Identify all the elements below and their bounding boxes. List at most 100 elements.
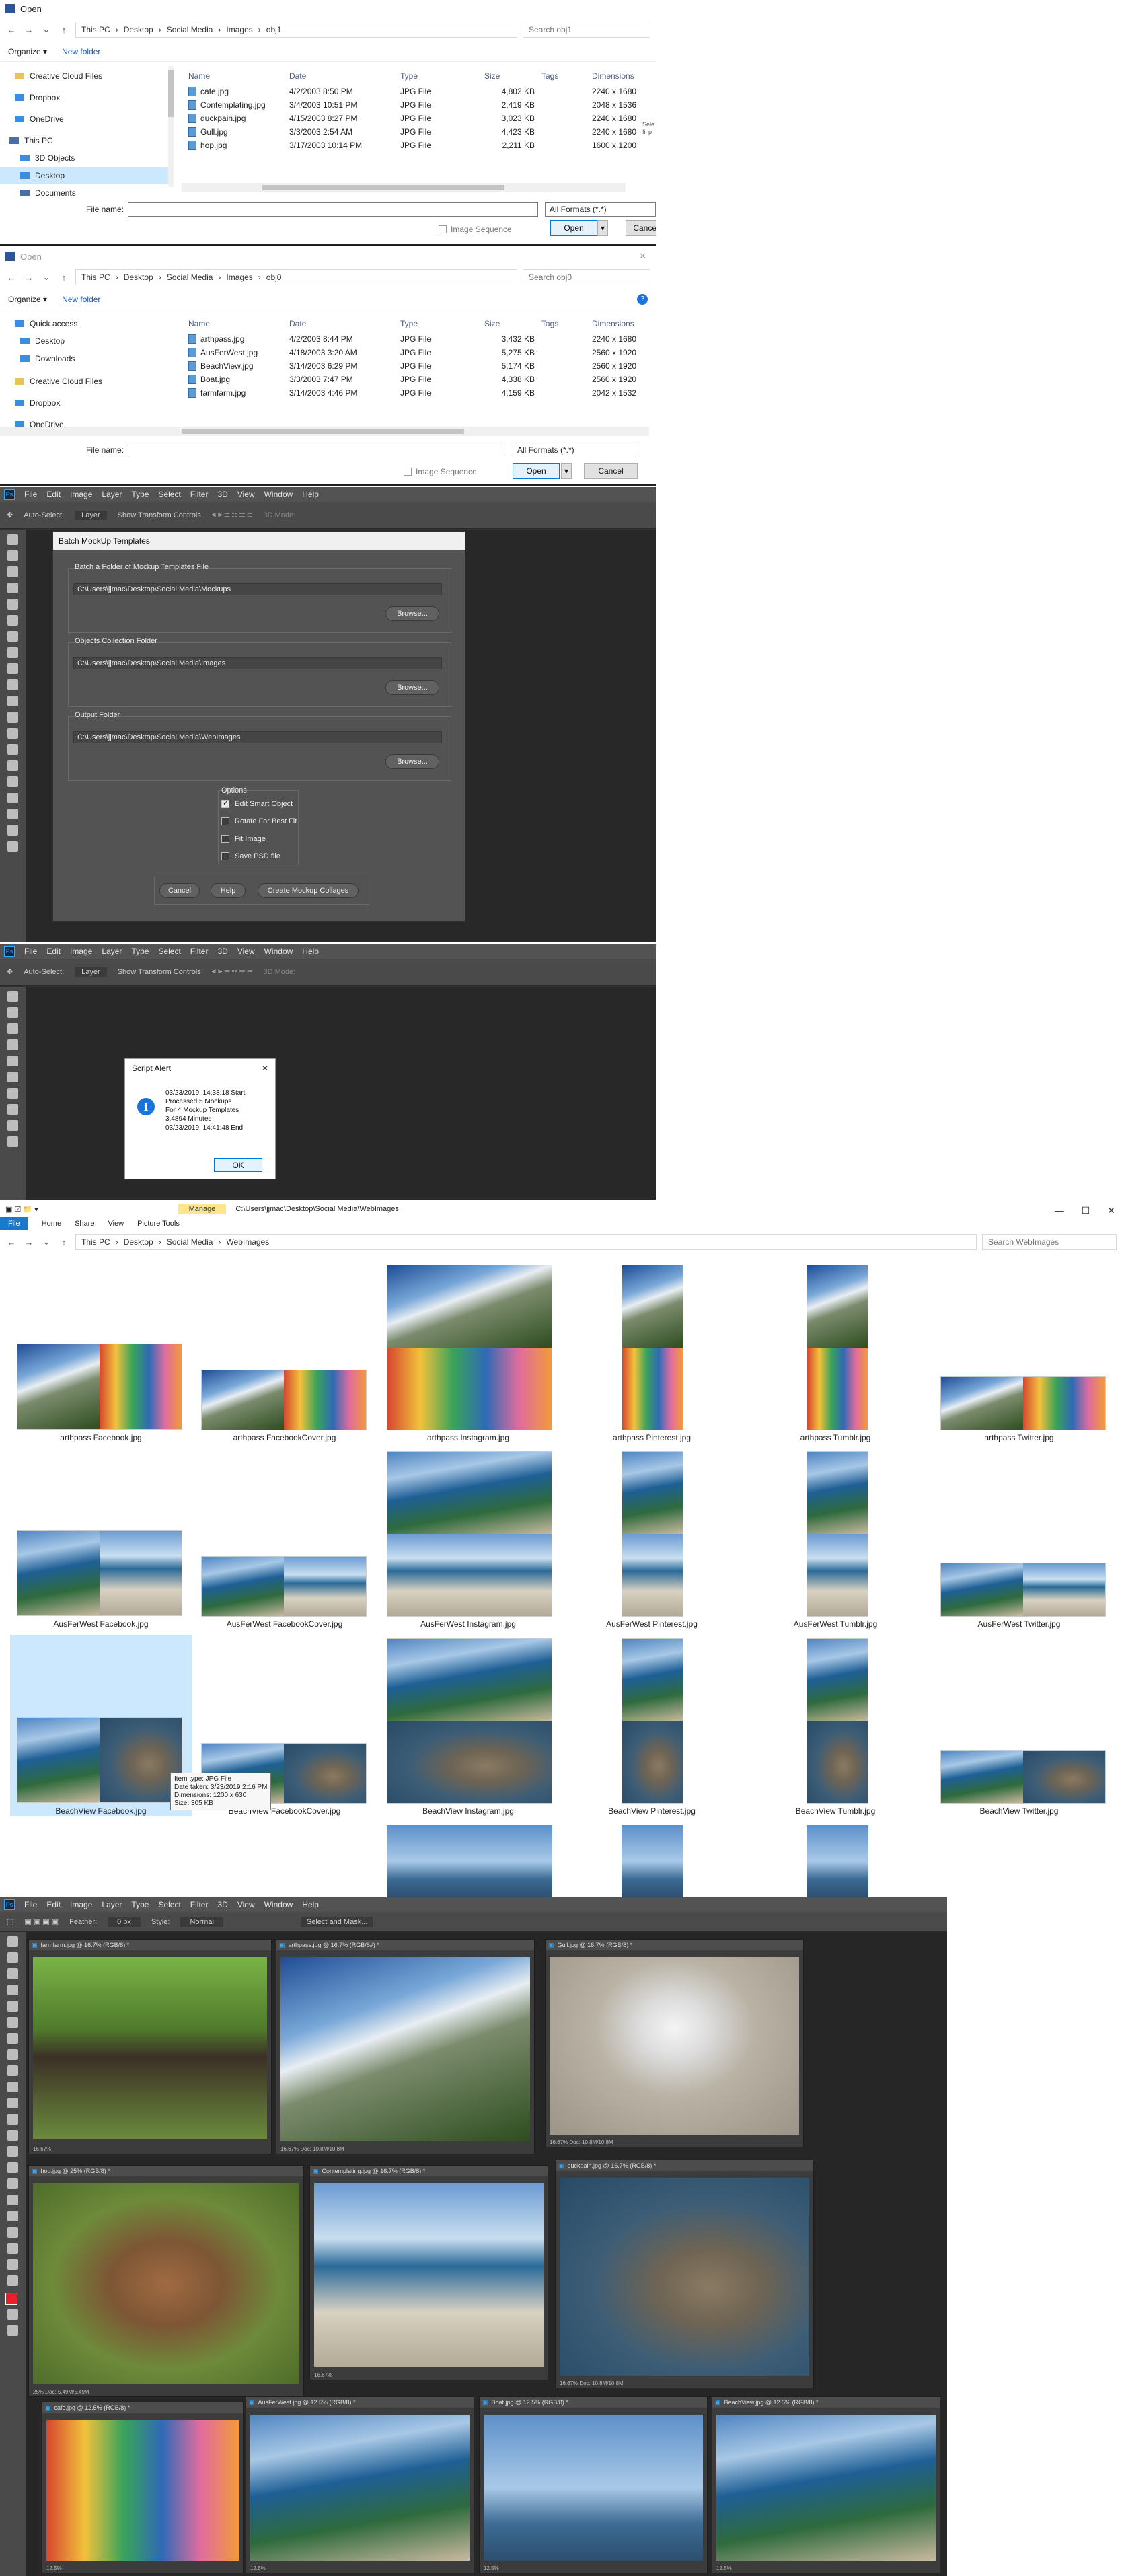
list-hscrollbar[interactable] [182, 183, 626, 192]
menu-layer[interactable]: Layer [102, 947, 122, 956]
cancel-button[interactable]: Cancel [626, 220, 656, 236]
column-dimensions[interactable]: Dimensions [592, 319, 652, 328]
image-tile[interactable]: BeachView Pinterest.jpg [564, 1638, 739, 1816]
eyedropper-tool-icon[interactable] [7, 2017, 18, 2028]
nav-item-desktop[interactable]: Desktop [0, 332, 168, 350]
breadcrumb-item[interactable]: obj1 [266, 25, 282, 34]
menu-file[interactable]: File [24, 947, 37, 956]
stamp-tool-icon[interactable] [7, 1120, 18, 1131]
back-arrow-icon[interactable]: ← [5, 25, 17, 35]
column-dimensions[interactable]: Dimensions [592, 71, 652, 81]
nav-scrollbar[interactable] [168, 66, 174, 187]
tab-view[interactable]: View [108, 1220, 124, 1228]
new-folder-button[interactable]: New folder [62, 295, 100, 304]
document-window[interactable]: ▣ hop.jpg @ 25% (RGB/8) * 25% Doc: 5.49M/… [28, 2165, 304, 2397]
marquee-tool-icon[interactable]: ⬚ [7, 1917, 13, 1926]
file-name-input[interactable] [128, 443, 504, 457]
document-canvas[interactable] [550, 1957, 799, 2135]
history-brush-icon[interactable] [7, 1136, 18, 1147]
image-tile[interactable]: AusFerWest Facebook.jpg [13, 1451, 188, 1629]
menu-image[interactable]: Image [70, 947, 92, 956]
feather-input[interactable]: 0 px [108, 1917, 141, 1927]
document-window[interactable]: ▣ duckpain.jpg @ 16.7% (RGB/8) * 16.67% D… [555, 2160, 814, 2388]
tab-share[interactable]: Share [75, 1220, 94, 1228]
search-input[interactable]: Search obj1 [523, 22, 650, 38]
file-name-input[interactable] [128, 202, 538, 217]
marquee-tool-icon[interactable] [7, 1952, 18, 1963]
breadcrumb-item[interactable]: Images [226, 25, 252, 34]
browse-mockups-button[interactable]: Browse... [385, 606, 439, 621]
selection-mode-icons[interactable]: ▣ ▣ ▣ ▣ [24, 1917, 59, 1926]
menu-view[interactable]: View [237, 1900, 255, 1909]
back-arrow-icon[interactable]: ← [5, 272, 17, 283]
breadcrumb-item[interactable]: Desktop [124, 25, 153, 34]
auto-select-checkbox[interactable]: Auto-Select: [24, 968, 64, 976]
gradient-tool-icon[interactable] [7, 712, 18, 723]
nav-item-onedrive[interactable]: OneDrive [0, 110, 168, 128]
image-tile[interactable]: BeachView Tumblr.jpg [748, 1638, 923, 1816]
move-tool-icon[interactable]: ✥ [7, 967, 13, 976]
lasso-tool-icon[interactable] [7, 1023, 18, 1034]
up-arrow-icon[interactable]: ↑ [58, 1237, 70, 1247]
chevron-down-icon[interactable]: ⌄ [40, 1237, 52, 1247]
pen-tool-icon[interactable] [7, 2162, 18, 2173]
menu-file[interactable]: File [24, 490, 37, 499]
align-icons[interactable]: ⫷ ⫸ ☰ ☷ ☰ ☷ [212, 511, 253, 519]
history-brush-icon[interactable] [7, 2082, 18, 2092]
stamp-tool-icon[interactable] [7, 663, 18, 674]
document-canvas[interactable] [250, 2415, 470, 2561]
document-window[interactable]: ▣ AusFerWest.jpg @ 12.5% (RGB/8) * 12.5% [246, 2396, 474, 2573]
nav-item-dropbox[interactable]: Dropbox [0, 89, 168, 106]
document-canvas[interactable] [33, 2183, 299, 2384]
brush-tool-icon[interactable] [7, 1104, 18, 1115]
up-arrow-icon[interactable]: ↑ [58, 25, 70, 35]
image-tile[interactable]: BeachView Twitter.jpg [932, 1638, 1107, 1816]
style-select[interactable]: Normal [180, 1917, 223, 1927]
list-hscrollbar[interactable] [0, 427, 649, 436]
layer-select[interactable]: Layer [75, 510, 107, 520]
document-canvas[interactable] [716, 2415, 936, 2561]
hand-tool-icon[interactable] [7, 2227, 18, 2238]
menu-filter[interactable]: Filter [190, 947, 209, 956]
file-row[interactable]: cafe.jpg 4/2/2003 8:50 PM JPG File 4,802 KB… [188, 85, 652, 98]
up-arrow-icon[interactable]: ↑ [58, 272, 70, 283]
menu-view[interactable]: View [237, 490, 255, 499]
output-path-input[interactable]: C:\Users\jjmac\Desktop\Social Media\WebI… [73, 731, 442, 743]
close-icon[interactable]: ✕ [1107, 1205, 1115, 1216]
marquee-tool-icon[interactable] [7, 550, 18, 561]
ok-button[interactable]: OK [214, 1158, 262, 1172]
image-tile[interactable]: arthpass Tumblr.jpg [748, 1265, 923, 1442]
open-dropdown-button[interactable]: ▾ [597, 220, 608, 236]
pen-tool-icon[interactable] [7, 760, 18, 771]
nav-item-creative-cloud[interactable]: Creative Cloud Files [0, 373, 168, 390]
type-tool-icon[interactable] [7, 2178, 18, 2189]
menu-window[interactable]: Window [264, 490, 293, 499]
search-input[interactable]: Search obj0 [523, 269, 650, 285]
menu-help[interactable]: Help [302, 1900, 319, 1909]
nav-item-this-pc[interactable]: This PC [0, 132, 168, 149]
maximize-icon[interactable]: ☐ [1082, 1205, 1090, 1216]
breadcrumb-item[interactable]: obj0 [266, 272, 282, 282]
align-icons[interactable]: ⫷ ⫸ ☰ ☷ ☰ ☷ [212, 967, 253, 976]
document-window[interactable]: ▣ Boat.jpg @ 12.5% (RGB/8) * 12.5% [479, 2396, 708, 2573]
breadcrumb-item[interactable]: Desktop [124, 272, 153, 282]
file-row[interactable]: farmfarm.jpg 3/14/2003 4:46 PM JPG File 4,1… [188, 386, 652, 400]
mockups-path-input[interactable]: C:\Users\jjmac\Desktop\Social Media\Mock… [73, 583, 442, 595]
menu-type[interactable]: Type [131, 490, 149, 499]
document-canvas[interactable] [33, 1957, 267, 2139]
file-row[interactable]: arthpass.jpg 4/2/2003 8:44 PM JPG File 3,43… [188, 332, 652, 346]
breadcrumb-item[interactable]: This PC [81, 25, 110, 34]
zoom-tool-icon[interactable] [7, 841, 18, 852]
brush-tool-icon[interactable] [7, 647, 18, 658]
nav-item-downloads[interactable]: Downloads [0, 350, 168, 367]
menu-type[interactable]: Type [131, 947, 149, 956]
file-type-select[interactable]: All Formats (*.*) [513, 443, 640, 457]
save-psd-checkbox[interactable]: Save PSD file [221, 852, 280, 860]
nav-item-documents[interactable]: Documents [0, 184, 168, 202]
path-select-icon[interactable] [7, 793, 18, 803]
new-folder-button[interactable]: New folder [62, 47, 100, 57]
healing-tool-icon[interactable] [7, 631, 18, 642]
menu-edit[interactable]: Edit [46, 947, 61, 956]
select-and-mask-button[interactable]: Select and Mask... [301, 1916, 373, 1927]
menu-image[interactable]: Image [70, 1900, 92, 1909]
